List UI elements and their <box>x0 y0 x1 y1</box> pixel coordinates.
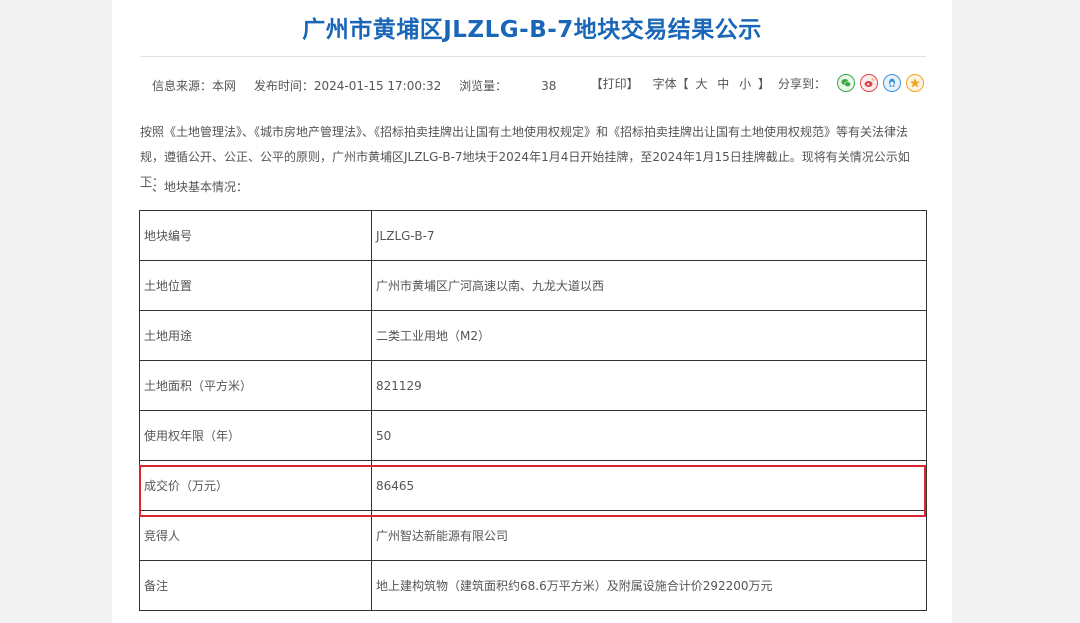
row-label: 地块编号 <box>139 210 372 261</box>
row-label: 土地用途 <box>139 310 372 361</box>
table-row: 土地位置 广州市黄埔区广河高速以南、九龙大道以西 <box>139 260 927 311</box>
views-label: 浏览量： <box>459 79 508 93</box>
row-value: 广州智达新能源有限公司 <box>371 510 927 561</box>
qq-icon[interactable] <box>883 74 901 92</box>
publish-time: 发布时间：2024-01-15 17:00:32 <box>253 79 442 93</box>
share-label: 分享到： <box>777 76 826 91</box>
page-title: 广州市黄埔区JLZLG-B-7地块交易结果公示 <box>302 17 762 43</box>
table-row: 土地面积（平方米） 821129 <box>139 360 927 411</box>
row-label: 使用权年限（年） <box>139 410 372 461</box>
font-large-link[interactable]: 大 <box>695 77 707 91</box>
row-label: 竞得人 <box>139 510 372 561</box>
table-row: 备注 地上建构筑物（建筑面积约68.6万平方米）及附属设施合计价292200万元 <box>139 560 927 611</box>
article-meta: 信息来源：本网 发布时间：2024-01-15 17:00:32 浏览量： 38 <box>152 77 570 94</box>
intro-paragraph: 按照《土地管理法》、《城市房地产管理法》、《招标拍卖挂牌出让国有土地使用权规定》… <box>140 125 910 189</box>
title-divider <box>140 56 926 57</box>
row-value: 地上建构筑物（建筑面积约68.6万平方米）及附属设施合计价292200万元 <box>371 560 927 611</box>
row-label: 土地面积（平方米） <box>139 360 372 411</box>
row-label: 备注 <box>139 560 372 611</box>
row-label: 土地位置 <box>139 260 372 311</box>
font-size-label: 字体【 <box>652 76 689 91</box>
font-medium-link[interactable]: 中 <box>717 77 729 91</box>
wechat-icon[interactable] <box>837 74 855 92</box>
font-size-close: 】 <box>757 76 770 91</box>
weibo-icon[interactable] <box>860 74 878 92</box>
row-value: 821129 <box>371 360 927 411</box>
views-count: 38 <box>541 79 557 93</box>
table-row: 竞得人 广州智达新能源有限公司 <box>139 510 927 561</box>
info-source: 信息来源：本网 <box>152 79 237 93</box>
section-heading: 一、地块基本情况： <box>140 180 249 194</box>
article-tools: 【打印】 字体【 大 中 小 】 分享到： <box>591 74 924 92</box>
row-label: 成交价（万元） <box>139 460 372 511</box>
table-row-highlighted: 成交价（万元） 86465 <box>139 460 927 511</box>
parcel-info-table: 地块编号 JLZLG-B-7 土地位置 广州市黄埔区广河高速以南、九龙大道以西 … <box>139 210 927 611</box>
table-row: 地块编号 JLZLG-B-7 <box>139 210 927 261</box>
row-value: 二类工业用地（M2） <box>371 310 927 361</box>
row-value: 86465 <box>371 460 927 511</box>
qzone-icon[interactable] <box>906 74 924 92</box>
table-row: 使用权年限（年） 50 <box>139 410 927 461</box>
font-small-link[interactable]: 小 <box>739 77 751 91</box>
row-value: 50 <box>371 410 927 461</box>
row-value: JLZLG-B-7 <box>371 210 927 261</box>
table-row: 土地用途 二类工业用地（M2） <box>139 310 927 361</box>
article-page: 广州市黄埔区JLZLG-B-7地块交易结果公示 信息来源：本网 发布时间：202… <box>112 0 952 623</box>
font-size-control: 字体【 大 中 小 】 <box>653 75 770 92</box>
print-link[interactable]: 【打印】 <box>591 75 639 92</box>
row-value: 广州市黄埔区广河高速以南、九龙大道以西 <box>371 260 927 311</box>
